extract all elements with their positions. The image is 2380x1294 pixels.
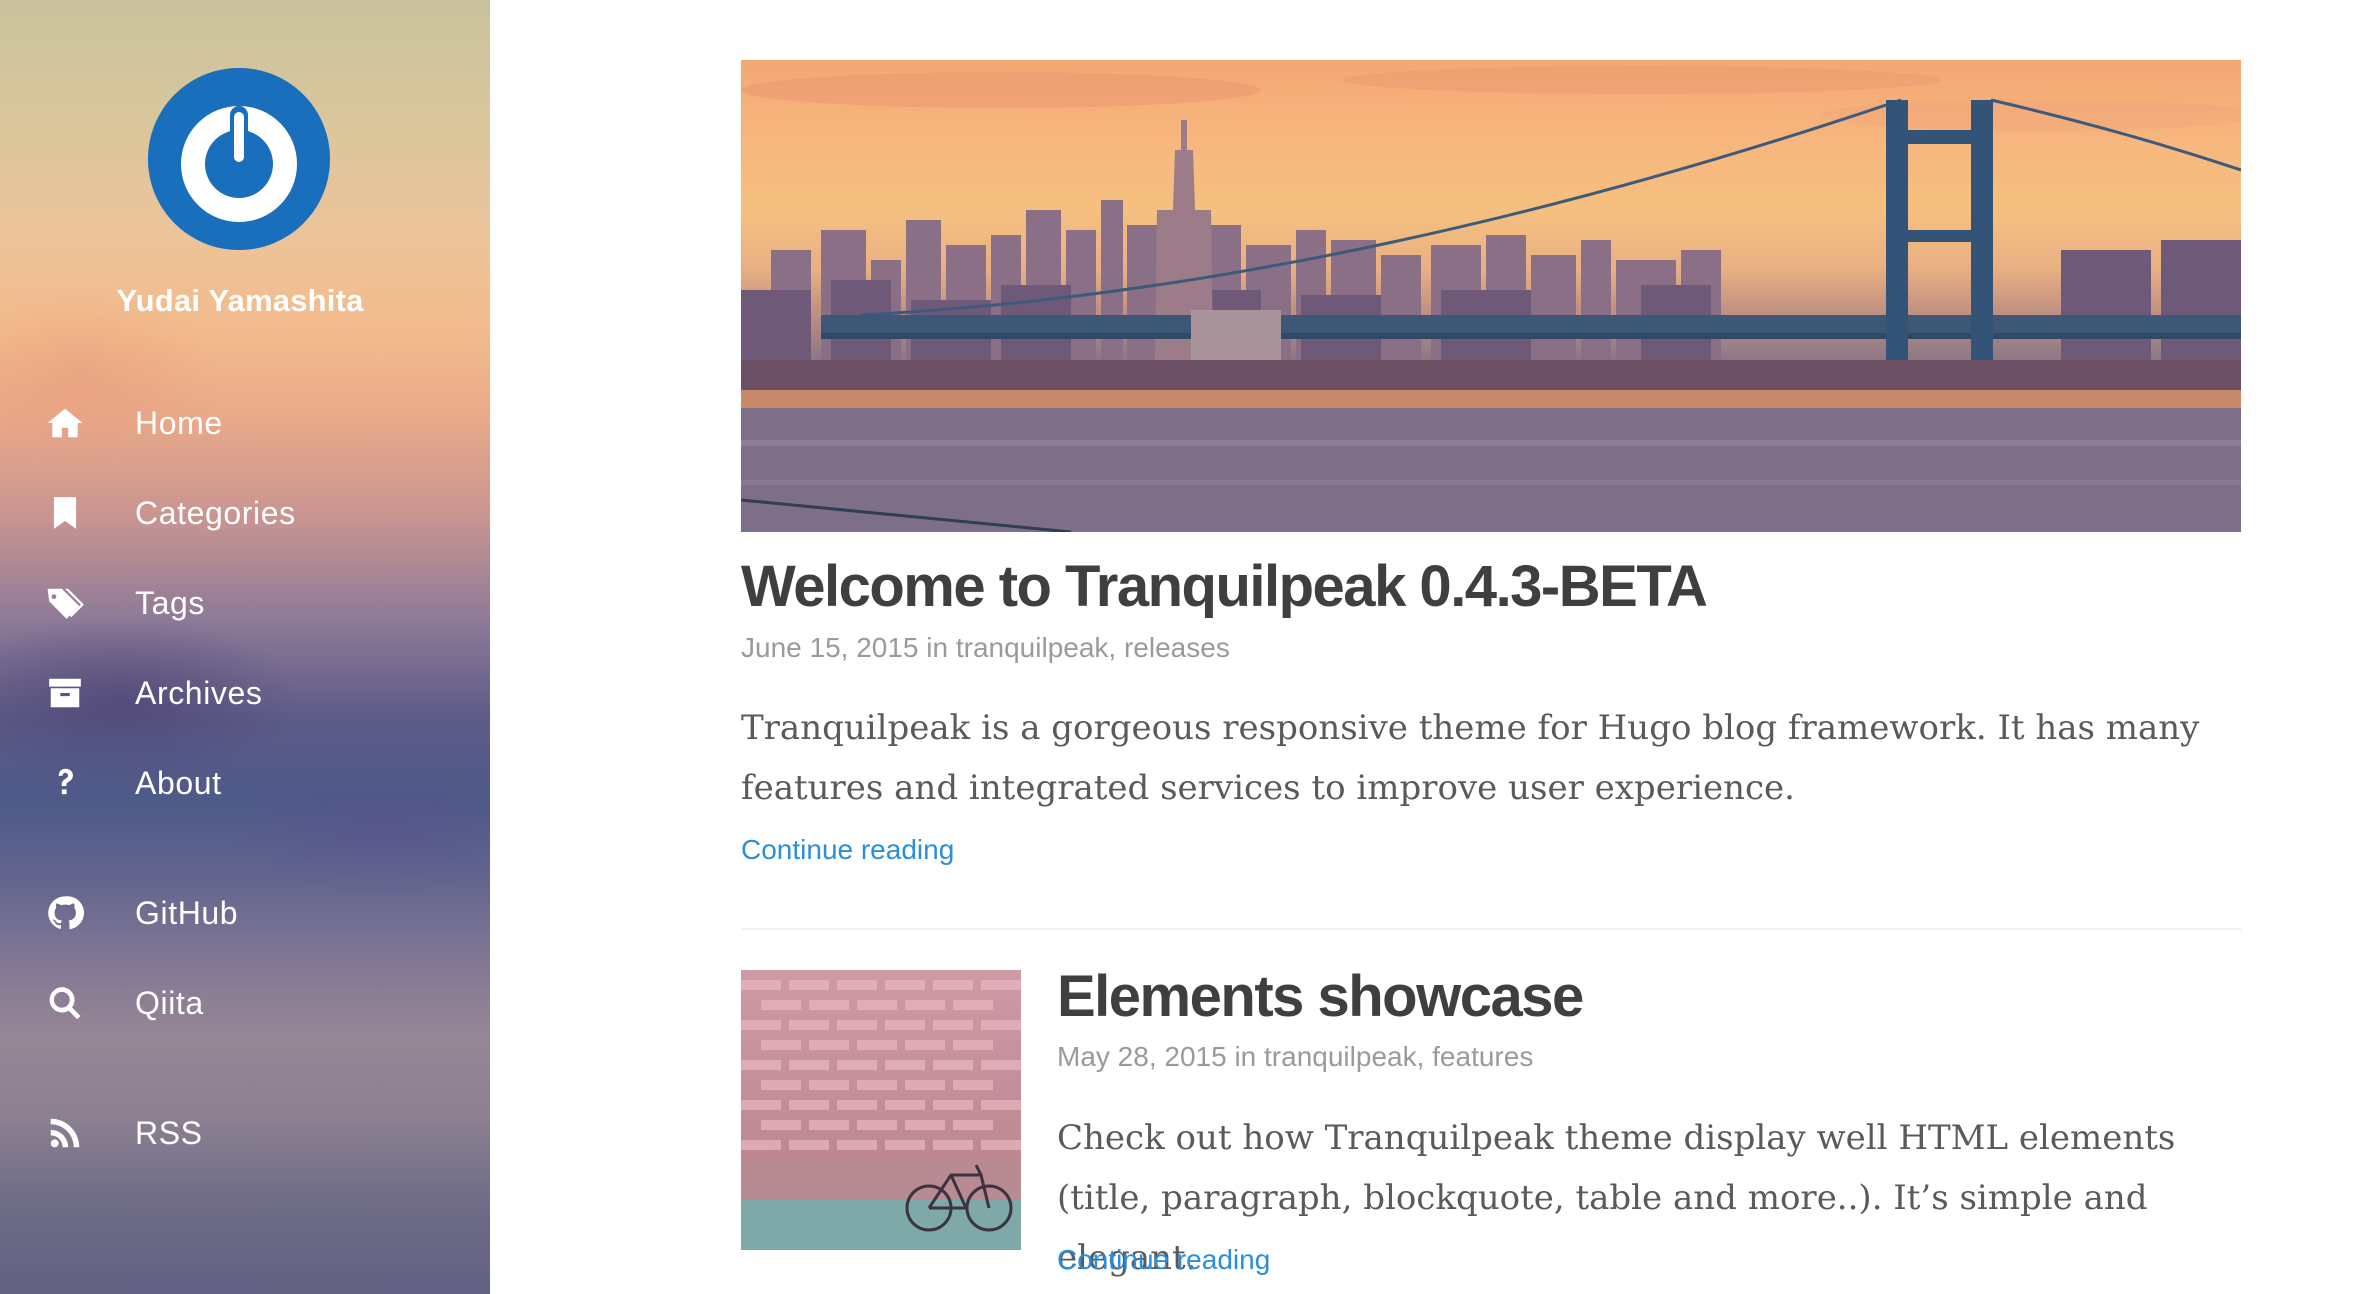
power-logo-icon xyxy=(148,68,330,250)
author-avatar[interactable] xyxy=(148,68,330,250)
nav-about-label: About xyxy=(135,764,222,801)
post-1-in-word: in xyxy=(926,632,949,663)
nav-tags-label: Tags xyxy=(135,584,205,621)
github-icon xyxy=(44,892,86,934)
author-name[interactable]: Yudai Yamashita xyxy=(0,283,480,319)
nav-github[interactable]: GitHub xyxy=(0,878,490,948)
post-2-date: May 28, 2015 xyxy=(1057,1041,1227,1072)
brick-wall-bicycle-illustration xyxy=(741,980,1021,1250)
sidebar: Yudai Yamashita Home Categories Tags Arc… xyxy=(0,0,490,1294)
post-2-in-word: in xyxy=(1234,1041,1257,1072)
post-2-thumbnail-image[interactable] xyxy=(741,970,1021,1250)
city-bridge-illustration xyxy=(741,66,2241,532)
tags-icon xyxy=(44,582,86,624)
post-divider xyxy=(741,928,2241,930)
nav-categories[interactable]: Categories xyxy=(0,478,490,548)
post-2-continue-reading-link[interactable]: Continue reading xyxy=(1057,1244,1270,1276)
nav-qiita-label: Qiita xyxy=(135,984,204,1021)
nav-archives-label: Archives xyxy=(135,674,263,711)
question-icon xyxy=(44,762,86,804)
post-1-category-releases[interactable]: releases xyxy=(1124,632,1230,663)
post-2-meta: May 28, 2015 in tranquilpeak, features xyxy=(1057,1041,1534,1072)
post-1-excerpt: Tranquilpeak is a gorgeous responsive th… xyxy=(741,708,2200,808)
post-1-title[interactable]: Welcome to Tranquilpeak 0.4.3-BETA xyxy=(741,553,1708,620)
nav-home[interactable]: Home xyxy=(0,388,490,458)
home-icon xyxy=(44,402,86,444)
post-1-meta: June 15, 2015 in tranquilpeak, releases xyxy=(741,632,1230,663)
archive-icon xyxy=(44,672,86,714)
rss-icon xyxy=(44,1112,86,1154)
nav-github-label: GitHub xyxy=(135,894,239,931)
post-2-category-features[interactable]: features xyxy=(1432,1041,1533,1072)
post-1-date: June 15, 2015 xyxy=(741,632,919,663)
search-icon xyxy=(44,982,86,1024)
main-content: Welcome to Tranquilpeak 0.4.3-BETA June … xyxy=(490,0,2380,1294)
nav-rss-label: RSS xyxy=(135,1114,203,1151)
nav-rss[interactable]: RSS xyxy=(0,1098,490,1168)
post-1-continue-reading-link[interactable]: Continue reading xyxy=(741,834,954,866)
bookmark-icon xyxy=(44,492,86,534)
nav-qiita[interactable]: Qiita xyxy=(0,968,490,1038)
post-2-category-tranquilpeak[interactable]: tranquilpeak xyxy=(1264,1041,1417,1072)
nav-home-label: Home xyxy=(135,404,223,441)
nav-categories-label: Categories xyxy=(135,494,296,531)
post-2-title[interactable]: Elements showcase xyxy=(1057,963,1584,1030)
post-1-category-tranquilpeak[interactable]: tranquilpeak xyxy=(956,632,1109,663)
nav-tags[interactable]: Tags xyxy=(0,568,490,638)
nav-archives[interactable]: Archives xyxy=(0,658,490,728)
nav-about[interactable]: About xyxy=(0,748,490,818)
post-cover-image[interactable] xyxy=(741,60,2241,532)
